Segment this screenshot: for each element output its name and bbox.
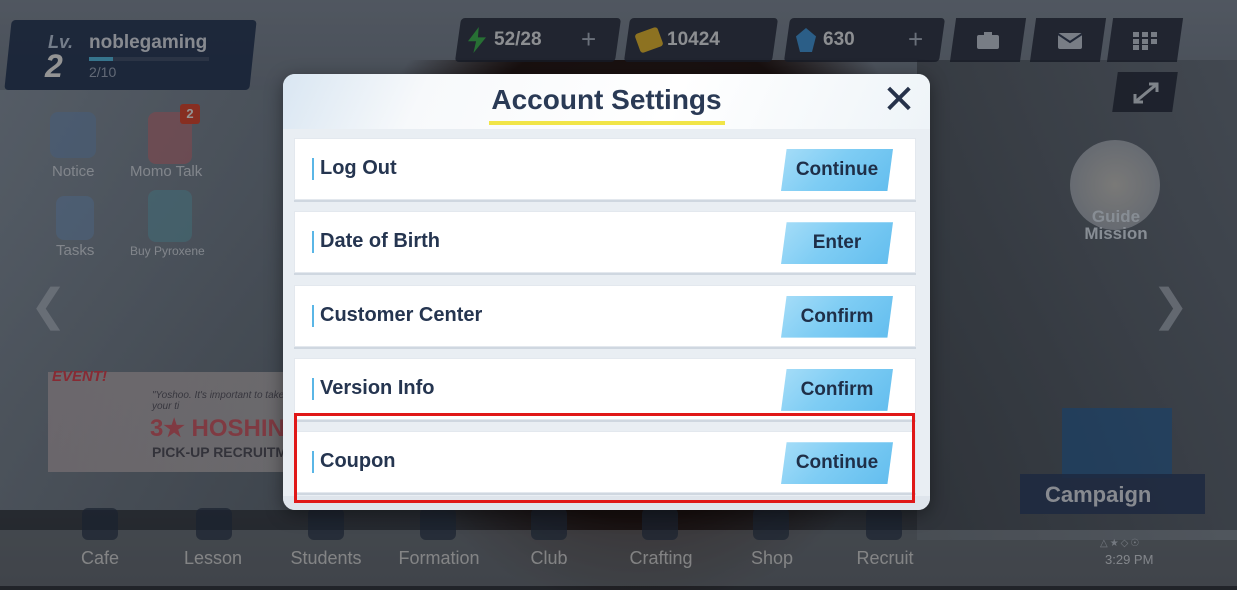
row-label-customer-center: Customer Center — [320, 303, 483, 326]
row-label-log-out: Log Out — [320, 157, 397, 179]
row-accent-bar — [312, 304, 314, 327]
row-accent-bar — [312, 451, 314, 474]
close-icon[interactable]: ✕ — [879, 80, 919, 120]
row-accent-bar — [312, 377, 314, 400]
settings-row-log-out: Log Out Continue — [294, 138, 916, 202]
row-accent-bar — [312, 231, 314, 254]
coupon-button[interactable]: Continue — [781, 442, 893, 485]
dialog-header: Account Settings ✕ — [283, 74, 930, 129]
title-underline — [489, 121, 725, 125]
settings-row-coupon: Coupon Continue — [294, 431, 916, 496]
account-settings-dialog: Account Settings ✕ Log Out Continue Date o… — [283, 74, 930, 510]
customer-center-button[interactable]: Confirm — [781, 295, 893, 338]
row-label-version-info: Version Info — [320, 376, 435, 399]
log-out-button[interactable]: Continue — [781, 149, 893, 191]
settings-row-version-info: Version Info Confirm — [294, 357, 916, 422]
settings-row-date-of-birth: Date of Birth Enter — [294, 211, 916, 276]
row-accent-bar — [312, 158, 314, 180]
settings-row-customer-center: Customer Center Confirm — [294, 284, 916, 349]
dialog-title: Account Settings — [491, 84, 722, 115]
version-info-button[interactable]: Confirm — [781, 368, 893, 411]
row-label-date-of-birth: Date of Birth — [320, 230, 440, 253]
date-of-birth-button[interactable]: Enter — [781, 222, 893, 265]
row-label-coupon: Coupon — [320, 450, 396, 473]
dialog-footer — [283, 496, 930, 510]
